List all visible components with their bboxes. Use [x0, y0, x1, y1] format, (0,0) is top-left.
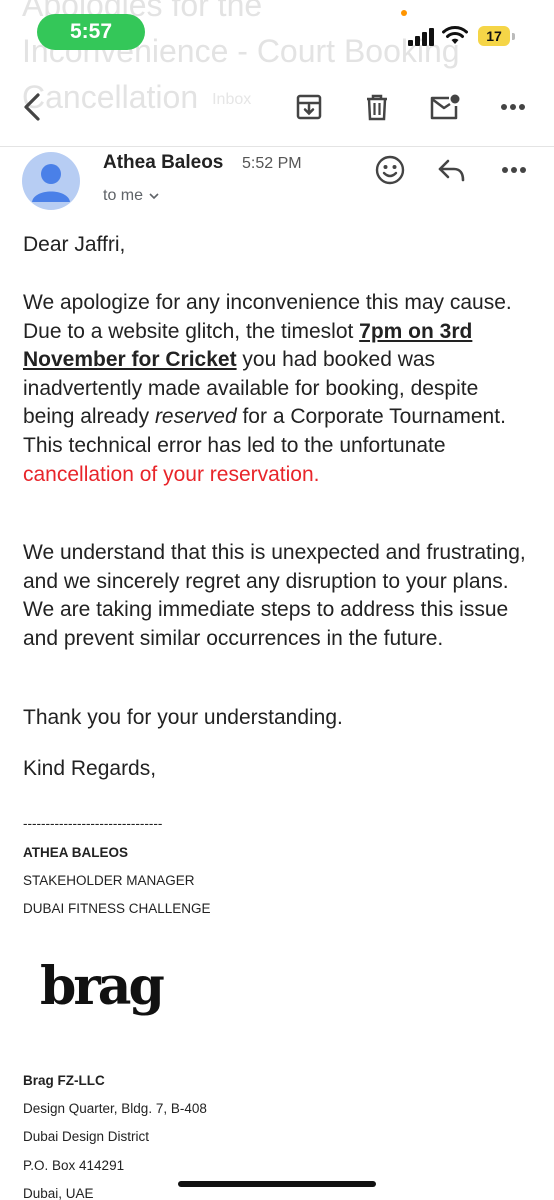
more-horizontal-icon — [502, 167, 526, 173]
signature-title: STAKEHOLDER MANAGER — [23, 873, 195, 888]
sender-avatar[interactable] — [22, 152, 80, 210]
signature-organization: DUBAI FITNESS CHALLENGE — [23, 901, 211, 916]
back-button[interactable] — [8, 78, 56, 136]
cancellation-notice: cancellation of your reservation. — [23, 462, 320, 486]
mark-unread-button[interactable] — [421, 78, 469, 136]
address-line-3: P.O. Box 414291 — [23, 1158, 125, 1173]
status-time: 5:57 — [37, 14, 145, 50]
address-line-1: Design Quarter, Bldg. 7, B-408 — [23, 1101, 207, 1116]
wifi-icon — [442, 26, 468, 44]
more-horizontal-icon — [501, 104, 525, 110]
body-paragraph-1: We apologize for any inconvenience this … — [23, 289, 533, 489]
body-paragraph-2: We understand that this is unexpected an… — [23, 541, 526, 650]
archive-button[interactable] — [285, 78, 333, 136]
chevron-down-icon — [149, 193, 159, 200]
battery-indicator: 17 — [478, 26, 510, 46]
back-arrow-icon — [24, 93, 40, 121]
smiley-icon — [375, 155, 405, 185]
home-indicator[interactable] — [178, 1181, 376, 1187]
cellular-signal-icon — [408, 28, 436, 46]
recipient-details-toggle[interactable]: to me — [103, 187, 160, 205]
status-bar: 5:57 17 — [0, 0, 554, 64]
address-line-2: Dubai Design District — [23, 1129, 150, 1144]
reply-button[interactable] — [432, 150, 472, 190]
reply-icon — [438, 159, 465, 182]
message-time: 5:52 PM — [242, 155, 302, 172]
person-icon — [32, 164, 70, 202]
privacy-indicator-dot — [401, 10, 407, 16]
sign-off: Kind Regards, — [23, 757, 157, 780]
more-options-button[interactable] — [489, 78, 537, 136]
delete-button[interactable] — [353, 78, 401, 136]
greeting: Dear Jaffri, — [23, 233, 126, 256]
trash-icon — [367, 94, 387, 121]
signature-name: ATHEA BALEOS — [23, 845, 129, 860]
toolbar-divider — [0, 146, 554, 147]
archive-icon — [296, 94, 322, 120]
message-more-button[interactable] — [494, 150, 534, 190]
recipient-label: to me — [103, 187, 144, 204]
signature-rule: ------------------------------- — [23, 816, 163, 831]
emoji-reaction-button[interactable] — [370, 150, 410, 190]
address-line-4: Dubai, UAE — [23, 1186, 94, 1200]
body-paragraph-3: Thank you for your understanding. — [23, 706, 343, 729]
brag-logo: brag — [40, 956, 165, 1017]
p1-italic: reserved — [154, 405, 237, 429]
sender-name[interactable]: Athea Baleos — [103, 152, 223, 174]
battery-tip — [512, 33, 515, 40]
company-name: Brag FZ-LLC — [23, 1073, 105, 1088]
mail-unread-icon — [430, 94, 460, 120]
email-toolbar — [0, 78, 554, 136]
